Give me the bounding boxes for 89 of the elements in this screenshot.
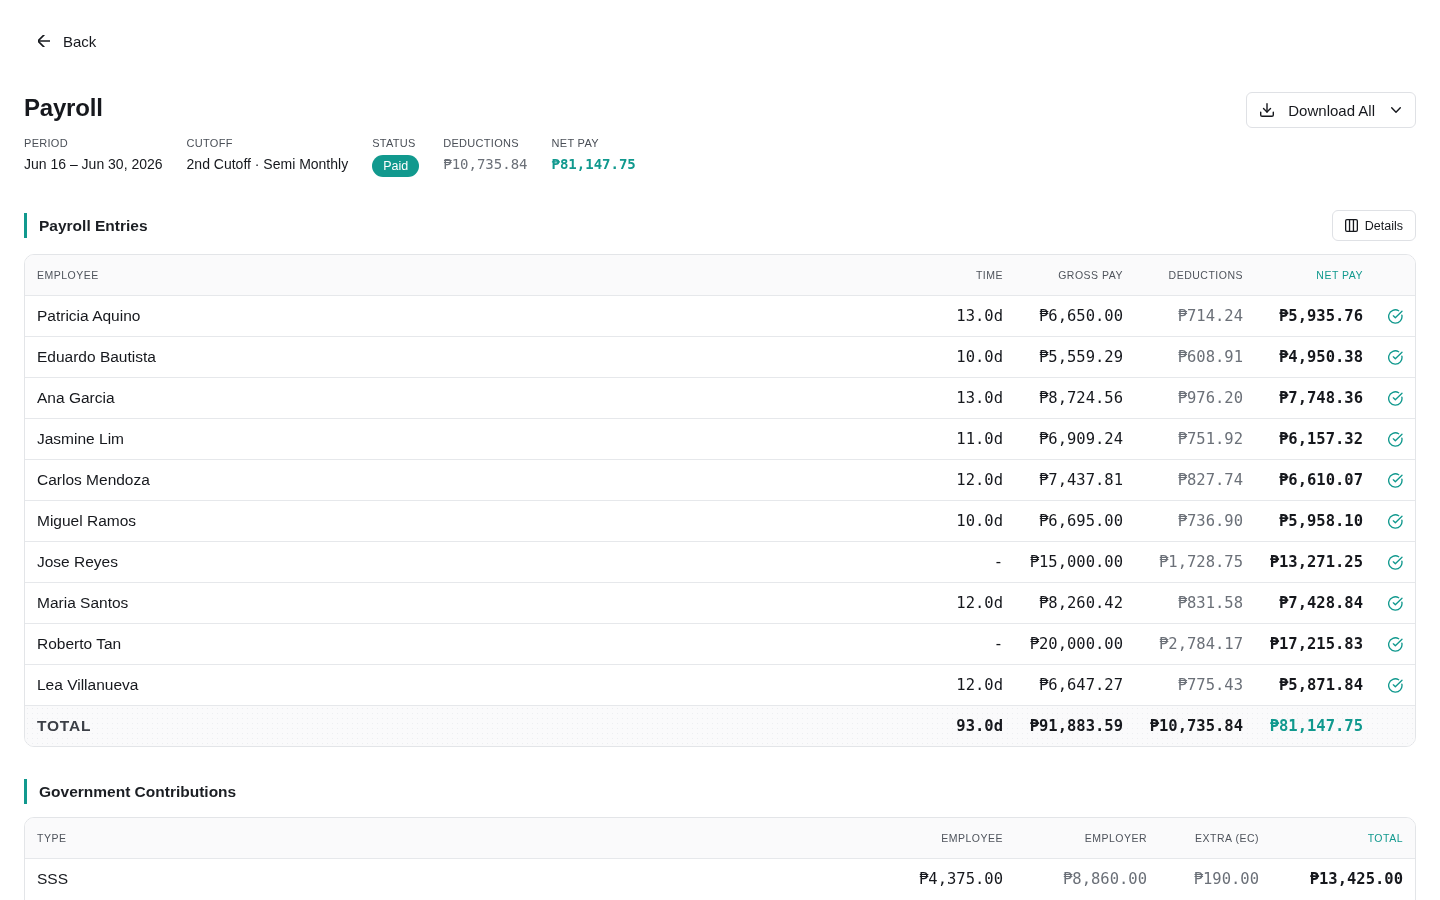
- table-cell: 13.0d: [956, 307, 1003, 325]
- summary-label: PERIOD: [24, 136, 68, 150]
- table-cell: ₱5,958.10: [1279, 512, 1363, 530]
- table-cell: ₱13,271.25: [1269, 553, 1363, 571]
- table-cell: 12.0d: [956, 594, 1003, 612]
- details-button[interactable]: Details: [1331, 210, 1416, 241]
- table-cell: -: [993, 553, 1003, 571]
- table-cell: ₱5,871.84: [1279, 676, 1363, 694]
- column-header: EMPLOYER: [1084, 832, 1147, 844]
- table-cell: ₱7,437.81: [1039, 471, 1123, 489]
- table-cell: ₱8,860.00: [1063, 870, 1147, 888]
- employee-name: Patricia Aquino: [37, 307, 141, 325]
- employee-name: Lea Villanueva: [37, 676, 139, 694]
- employee-name: Roberto Tan: [37, 635, 122, 653]
- page-title: Payroll: [24, 93, 103, 123]
- table-cell: 13.0d: [956, 389, 1003, 407]
- table-cell: ₱976.20: [1177, 389, 1243, 407]
- section-title: Payroll Entries: [24, 213, 148, 238]
- employee-name: Jasmine Lim: [37, 430, 124, 448]
- summary-label: NET PAY: [551, 136, 599, 150]
- table-cell: ₱15,000.00: [1029, 553, 1123, 571]
- column-header: TIME: [975, 269, 1003, 281]
- employee-name: Maria Santos: [37, 594, 129, 612]
- total-cell: ₱10,735.84: [1149, 717, 1243, 735]
- table-cell: 10.0d: [956, 348, 1003, 366]
- summary-amount: ₱10,735.84: [443, 155, 528, 174]
- column-header: NET PAY: [1316, 269, 1363, 281]
- table-cell: ₱736.90: [1177, 512, 1243, 530]
- employee-name: Carlos Mendoza: [37, 471, 150, 489]
- table-cell: ₱714.24: [1177, 307, 1243, 325]
- summary-label: CUTOFF: [186, 136, 233, 150]
- table-cell: 12.0d: [956, 676, 1003, 694]
- table-cell: ₱2,784.17: [1159, 635, 1243, 653]
- table-cell: -: [993, 635, 1003, 653]
- section-title: Government Contributions: [24, 779, 237, 804]
- back-link[interactable]: Back: [38, 30, 97, 52]
- table-cell: ₱1,728.75: [1159, 553, 1243, 571]
- status-badge: Paid: [372, 155, 420, 177]
- table-cell: ₱4,950.38: [1279, 348, 1363, 366]
- table-cell: ₱7,748.36: [1279, 389, 1363, 407]
- column-header: TOTAL: [1367, 832, 1403, 844]
- table-cell: ₱4,375.00: [919, 870, 1003, 888]
- table-cell: ₱827.74: [1177, 471, 1243, 489]
- table-cell: ₱5,935.76: [1279, 307, 1363, 325]
- employee-name: Ana Garcia: [37, 389, 115, 407]
- total-cell: ₱81,147.75: [1269, 717, 1363, 735]
- column-header: DEDUCTIONS: [1168, 269, 1243, 281]
- table-cell: ₱20,000.00: [1029, 635, 1123, 653]
- table-cell: ₱6,695.00: [1039, 512, 1123, 530]
- table-cell: ₱17,215.83: [1269, 635, 1363, 653]
- summary-label: DEDUCTIONS: [443, 136, 519, 150]
- column-header: EMPLOYEE: [37, 269, 99, 281]
- table-cell: ₱8,724.56: [1039, 389, 1123, 407]
- column-header: GROSS PAY: [1058, 269, 1123, 281]
- columns-icon: [1344, 219, 1358, 232]
- table-cell: ₱751.92: [1177, 430, 1243, 448]
- table-cell: ₱6,610.07: [1279, 471, 1363, 489]
- table-cell: ₱7,428.84: [1279, 594, 1363, 612]
- table-cell: ₱775.43: [1177, 676, 1243, 694]
- table-cell: ₱831.58: [1177, 594, 1243, 612]
- table-cell: ₱190.00: [1193, 870, 1259, 888]
- table-cell: 12.0d: [956, 471, 1003, 489]
- table-cell: ₱13,425.00: [1309, 870, 1403, 888]
- total-label: TOTAL: [37, 717, 92, 735]
- employee-name: Jose Reyes: [37, 553, 118, 571]
- table-cell: ₱5,559.29: [1039, 348, 1123, 366]
- total-cell: 93.0d: [956, 717, 1003, 735]
- summary-label: STATUS: [372, 136, 416, 150]
- employee-name: Miguel Ramos: [37, 512, 137, 530]
- employee-name: Eduardo Bautista: [37, 348, 156, 366]
- chevron-down-icon: [1391, 107, 1401, 113]
- summary-amount: ₱81,147.75: [551, 155, 636, 174]
- table-cell: ₱608.91: [1177, 348, 1243, 366]
- table-cell: ₱6,909.24: [1039, 430, 1123, 448]
- download-icon: [1260, 103, 1275, 117]
- download-all-button[interactable]: Download All: [1246, 92, 1416, 128]
- table-cell: ₱6,647.27: [1039, 676, 1123, 694]
- summary-value: Jun 16 – Jun 30, 2026: [24, 155, 163, 174]
- table-cell: ₱6,157.32: [1279, 430, 1363, 448]
- table-cell: ₱8,260.42: [1039, 594, 1123, 612]
- table-cell: 11.0d: [956, 430, 1003, 448]
- table-cell: ₱6,650.00: [1039, 307, 1123, 325]
- summary-value: 2nd Cutoff · Semi Monthly: [186, 155, 349, 174]
- table-cell: 10.0d: [956, 512, 1003, 530]
- contribution-type: SSS: [37, 870, 68, 888]
- total-cell: ₱91,883.59: [1029, 717, 1123, 735]
- column-header: TYPE: [37, 832, 67, 844]
- column-header: EXTRA (EC): [1195, 832, 1259, 844]
- column-header: EMPLOYEE: [941, 832, 1003, 844]
